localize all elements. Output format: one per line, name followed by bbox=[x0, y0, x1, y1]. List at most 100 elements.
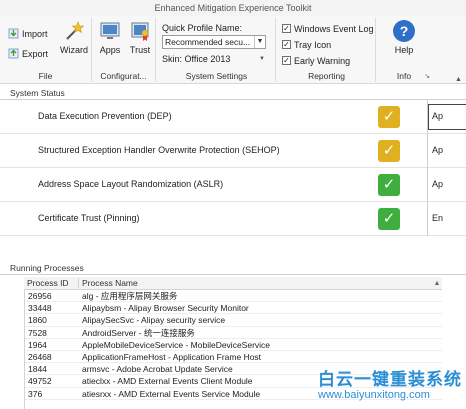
collapse-ribbon-icon[interactable]: ▲ bbox=[455, 76, 462, 83]
process-name: AppleMobileDeviceService - MobileDeviceS… bbox=[82, 339, 271, 350]
process-name: Alipaybsm - Alipay Browser Security Moni… bbox=[82, 303, 249, 314]
process-name: alg - 应用程序层网关服务 bbox=[82, 291, 178, 301]
column-header-process-id[interactable]: Process ID bbox=[27, 278, 69, 288]
scroll-up-icon[interactable]: ▲ bbox=[432, 277, 442, 290]
process-name: AndroidServer - 统一连接服务 bbox=[82, 327, 195, 338]
wizard-icon bbox=[66, 21, 85, 40]
running-processes-divider bbox=[0, 274, 466, 275]
system-status-header: System Status bbox=[10, 88, 65, 98]
watermark: 白云一键重装系统 www.baiyunxitong.com bbox=[318, 365, 462, 401]
table-row[interactable]: 1964 AppleMobileDeviceService - MobileDev… bbox=[25, 339, 442, 351]
process-table-header: Process ID Process Name bbox=[24, 277, 442, 290]
process-id: 7528 bbox=[28, 327, 47, 338]
warning-check-icon: ✓ bbox=[378, 106, 400, 128]
table-row[interactable]: 33448 Alipaybsm - Alipay Browser Security… bbox=[25, 302, 442, 315]
help-icon: ? bbox=[393, 20, 415, 42]
process-id: 26956 bbox=[28, 291, 52, 301]
early-warning-label: Early Warning bbox=[294, 55, 351, 66]
table-row[interactable]: 7528 AndroidServer - 统一连接服务 bbox=[25, 327, 442, 339]
status-setting[interactable]: Ap bbox=[427, 168, 466, 202]
status-setting[interactable]: Ap bbox=[427, 100, 466, 134]
process-id: 26468 bbox=[28, 351, 52, 362]
process-id: 33448 bbox=[28, 303, 52, 314]
process-id: 376 bbox=[28, 388, 43, 399]
system-settings-group-label: System Settings bbox=[185, 71, 248, 81]
process-id: 1860 bbox=[28, 315, 47, 326]
windows-event-log-checkbox[interactable]: ✓ bbox=[282, 24, 291, 33]
tray-icon-checkbox[interactable]: ✓ bbox=[282, 40, 291, 49]
import-label: Import bbox=[22, 28, 48, 39]
watermark-url: www.baiyunxitong.com bbox=[318, 389, 430, 401]
watermark-text: 白云一键重装系统 bbox=[318, 370, 462, 390]
column-header-process-name[interactable]: Process Name bbox=[78, 278, 138, 288]
apps-button[interactable]: Apps bbox=[96, 20, 124, 55]
status-label: Address Space Layout Randomization (ASLR… bbox=[38, 179, 224, 189]
configuration-group-label: Configurat... bbox=[100, 71, 147, 81]
wizard-button[interactable]: Wizard bbox=[60, 20, 88, 55]
status-setting[interactable]: En bbox=[427, 202, 466, 236]
process-name: AlipaySecSvc - Alipay security service bbox=[82, 315, 226, 326]
ok-check-icon: ✓ bbox=[378, 208, 400, 230]
ribbon: Import Export Wizard File Apps Trust Con… bbox=[0, 16, 466, 84]
tray-icon-label: Tray Icon bbox=[294, 39, 332, 50]
table-row[interactable]: 1860 AlipaySecSvc - Alipay security servi… bbox=[25, 314, 442, 327]
reporting-group-label: Reporting bbox=[308, 71, 345, 81]
export-button[interactable]: Export bbox=[8, 46, 48, 61]
table-row[interactable]: 26956 alg - 应用程序层网关服务 bbox=[25, 290, 442, 303]
help-label: Help bbox=[394, 45, 414, 55]
trust-label: Trust bbox=[129, 45, 151, 55]
status-setting-value: Ap bbox=[432, 179, 444, 189]
process-name: atieclxx - AMD External Events Client Mo… bbox=[82, 376, 253, 387]
apps-label: Apps bbox=[99, 45, 121, 55]
quick-profile-label: Quick Profile Name: bbox=[162, 23, 243, 33]
status-label: Structured Exception Handler Overwrite P… bbox=[38, 145, 280, 155]
quick-profile-select[interactable]: Recommended secu... ▼ bbox=[162, 35, 266, 49]
wizard-label: Wizard bbox=[60, 45, 89, 55]
process-name: armsvc - Adobe Acrobat Update Service bbox=[82, 364, 233, 375]
export-icon bbox=[8, 48, 19, 59]
process-id: 1964 bbox=[28, 339, 47, 350]
status-row-certificate-trust: Certificate Trust (Pinning) ✓ En bbox=[0, 202, 466, 236]
process-name: ApplicationFrameHost - Application Frame… bbox=[82, 351, 262, 362]
skin-dropdown-icon[interactable]: ▼ bbox=[259, 56, 265, 62]
windows-event-log-label: Windows Event Log bbox=[294, 23, 374, 34]
file-group-label: File bbox=[38, 71, 53, 81]
status-label: Data Execution Prevention (DEP) bbox=[38, 111, 172, 121]
ribbon-group-file: Import Export Wizard File bbox=[0, 18, 92, 82]
status-label: Certificate Trust (Pinning) bbox=[38, 213, 140, 223]
early-warning-checkbox[interactable]: ✓ bbox=[282, 56, 291, 65]
status-setting[interactable]: Ap bbox=[427, 134, 466, 168]
skin-label[interactable]: Skin: Office 2013 bbox=[162, 54, 230, 64]
quick-profile-value: Recommended secu... bbox=[165, 37, 251, 47]
ribbon-group-reporting: ✓ Windows Event Log ✓ Tray Icon ✓ Early … bbox=[278, 18, 376, 82]
help-button[interactable]: ? Help bbox=[390, 20, 418, 55]
process-name: atiesrxx - AMD External Events Service M… bbox=[82, 388, 261, 399]
windows-event-log-option[interactable]: ✓ Windows Event Log bbox=[282, 22, 374, 35]
early-warning-option[interactable]: ✓ Early Warning bbox=[282, 54, 350, 67]
warning-check-icon: ✓ bbox=[378, 140, 400, 162]
import-button[interactable]: Import bbox=[8, 26, 48, 41]
import-icon bbox=[8, 28, 19, 39]
status-row-dep: Data Execution Prevention (DEP) ✓ Ap bbox=[0, 100, 466, 134]
table-row[interactable]: 26468 ApplicationFrameHost - Application … bbox=[25, 351, 442, 364]
running-processes-header: Running Processes bbox=[10, 263, 84, 273]
process-id: 1844 bbox=[28, 364, 47, 375]
status-setting-value: En bbox=[432, 213, 444, 223]
chevron-down-icon[interactable]: ▼ bbox=[254, 36, 265, 48]
apps-icon bbox=[100, 22, 120, 39]
process-id: 49752 bbox=[28, 376, 52, 387]
ribbon-group-configuration: Apps Trust Configurat... bbox=[92, 18, 156, 82]
dialog-launcher-icon[interactable]: ↘ bbox=[424, 72, 430, 80]
tray-icon-option[interactable]: ✓ Tray Icon bbox=[282, 38, 331, 51]
trust-button[interactable]: Trust bbox=[126, 20, 154, 55]
status-row-sehop: Structured Exception Handler Overwrite P… bbox=[0, 134, 466, 168]
ribbon-group-system-settings: Quick Profile Name: Recommended secu... … bbox=[158, 18, 276, 82]
trust-icon bbox=[131, 22, 149, 41]
window-title: Enhanced Mitigation Experience Toolkit bbox=[0, 0, 466, 16]
status-setting-value: Ap bbox=[432, 145, 444, 155]
status-setting-value: Ap bbox=[432, 111, 444, 121]
ribbon-group-info: ? Help Info ↘ bbox=[376, 18, 432, 82]
ok-check-icon: ✓ bbox=[378, 174, 400, 196]
status-row-aslr: Address Space Layout Randomization (ASLR… bbox=[0, 168, 466, 202]
export-label: Export bbox=[22, 48, 49, 59]
